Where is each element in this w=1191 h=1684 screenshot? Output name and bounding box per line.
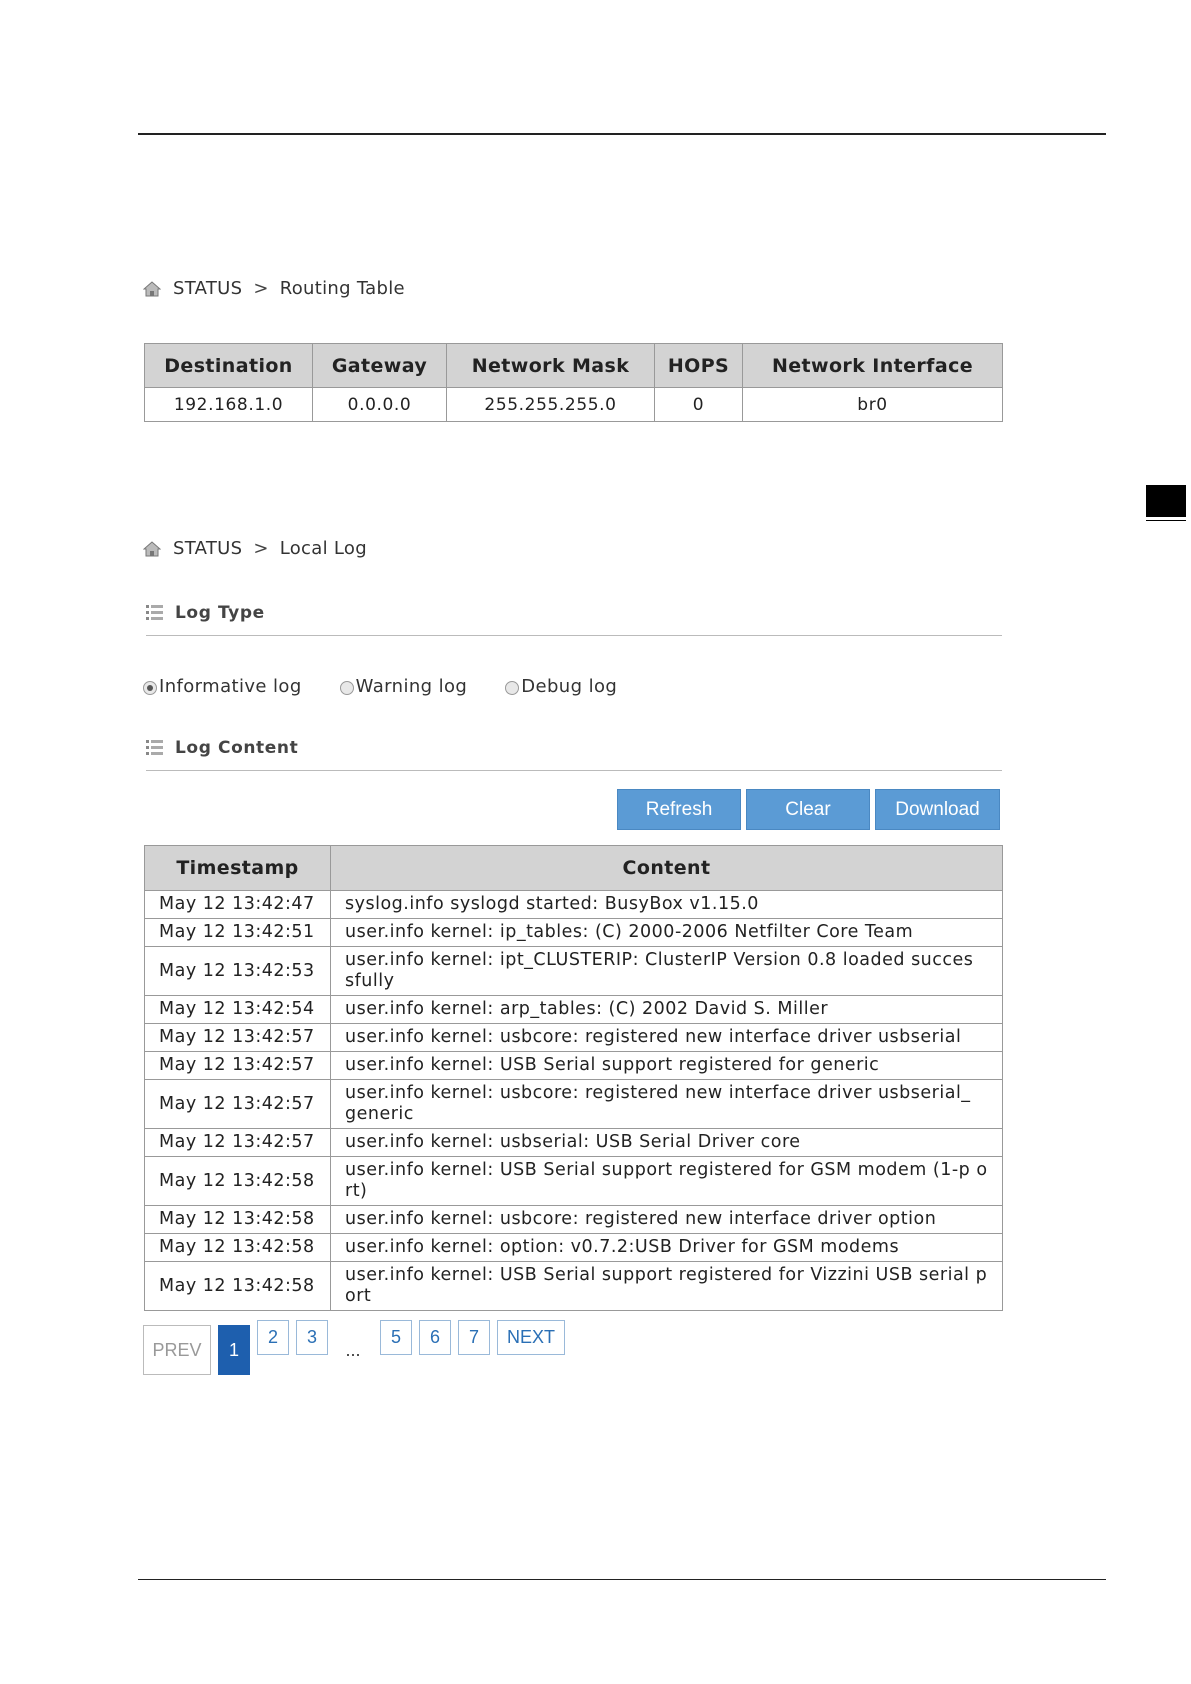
download-button[interactable]: Download xyxy=(875,789,1000,830)
cell-content: user.info kernel: USB Serial support reg… xyxy=(330,1156,1003,1206)
cell-content: user.info kernel: option: v0.7.2:USB Dri… xyxy=(330,1233,1003,1262)
breadcrumb-root[interactable]: STATUS xyxy=(173,278,242,299)
clear-button[interactable]: Clear xyxy=(746,789,870,830)
table-row: May 12 13:42:53 user.info kernel: ipt_CLU… xyxy=(144,946,1003,996)
log-table: Timestamp Content May 12 13:42:47 syslog.… xyxy=(144,845,1003,1311)
breadcrumb-local-log: STATUS > Local Log xyxy=(143,538,367,559)
cell-content: user.info kernel: USB Serial support reg… xyxy=(330,1051,1003,1080)
cell-content: user.info kernel: usbcore: registered ne… xyxy=(330,1205,1003,1234)
cell-content: user.info kernel: ip_tables: (C) 2000-20… xyxy=(330,918,1003,947)
cell-timestamp: May 12 13:42:57 xyxy=(144,1051,331,1080)
cell-content: user.info kernel: arp_tables: (C) 2002 D… xyxy=(330,995,1003,1024)
cell-content: user.info kernel: usbserial: USB Serial … xyxy=(330,1128,1003,1157)
cell-timestamp: May 12 13:42:58 xyxy=(144,1156,331,1206)
table-row: May 12 13:42:58 user.info kernel: usbcore… xyxy=(144,1205,1003,1234)
routing-table: Destination Gateway Network Mask HOPS Ne… xyxy=(144,343,1003,422)
cell-content: user.info kernel: usbcore: registered ne… xyxy=(330,1023,1003,1052)
cell-content: user.info kernel: USB Serial support reg… xyxy=(330,1261,1003,1311)
radio-label: Warning log xyxy=(355,676,468,697)
table-row: May 12 13:42:57 user.info kernel: USB Ser… xyxy=(144,1051,1003,1080)
chapter-tab-marker xyxy=(1146,485,1186,517)
table-row: May 12 13:42:51 user.info kernel: ip_tabl… xyxy=(144,918,1003,947)
log-table-header: Timestamp Content xyxy=(144,845,1003,891)
radio-button[interactable] xyxy=(339,680,354,695)
page-button[interactable]: 7 xyxy=(458,1320,490,1355)
radio-label: Debug log xyxy=(521,676,618,697)
cell-timestamp: May 12 13:42:58 xyxy=(144,1261,331,1311)
cell-timestamp: May 12 13:42:57 xyxy=(144,1128,331,1157)
prev-page-button[interactable]: PREV xyxy=(143,1325,211,1375)
cell-network-mask: 255.255.255.0 xyxy=(446,387,655,422)
next-page-button[interactable]: NEXT xyxy=(497,1320,565,1355)
cell-network-interface: br0 xyxy=(742,387,1003,422)
cell-timestamp: May 12 13:42:51 xyxy=(144,918,331,947)
list-icon xyxy=(146,740,163,755)
log-type-radio-group: Informative log Warning log Debug log xyxy=(143,676,655,697)
cell-timestamp: May 12 13:42:57 xyxy=(144,1023,331,1052)
column-header-content: Content xyxy=(330,845,1003,891)
page-header-rule xyxy=(138,133,1106,135)
log-type-title: Log Type xyxy=(175,603,265,623)
column-header-network-mask: Network Mask xyxy=(446,343,655,388)
cell-timestamp: May 12 13:42:58 xyxy=(144,1205,331,1234)
breadcrumb-root[interactable]: STATUS xyxy=(173,538,242,559)
log-content-title: Log Content xyxy=(175,738,299,758)
page-button[interactable]: 3 xyxy=(296,1320,328,1355)
table-row: May 12 13:42:47 syslog.info syslogd start… xyxy=(144,890,1003,919)
cell-gateway: 0.0.0.0 xyxy=(312,387,447,422)
cell-destination: 192.168.1.0 xyxy=(144,387,313,422)
radio-debug-log[interactable]: Debug log xyxy=(505,676,617,697)
page-button[interactable]: 2 xyxy=(257,1320,289,1355)
cell-content: user.info kernel: ipt_CLUSTERIP: Cluster… xyxy=(330,946,1003,996)
home-icon[interactable] xyxy=(143,280,161,297)
column-header-hops: HOPS xyxy=(654,343,743,388)
column-header-network-interface: Network Interface xyxy=(742,343,1003,388)
refresh-button[interactable]: Refresh xyxy=(617,789,741,830)
column-header-gateway: Gateway xyxy=(312,343,447,388)
table-row: 192.168.1.0 0.0.0.0 255.255.255.0 0 br0 xyxy=(144,387,1003,422)
cell-content: user.info kernel: usbcore: registered ne… xyxy=(330,1079,1003,1129)
cell-timestamp: May 12 13:42:47 xyxy=(144,890,331,919)
table-row: May 12 13:42:54 user.info kernel: arp_tab… xyxy=(144,995,1003,1024)
page-button[interactable]: 5 xyxy=(380,1320,412,1355)
breadcrumb-separator: > xyxy=(253,538,269,559)
table-row: May 12 13:42:58 user.info kernel: USB Ser… xyxy=(144,1261,1003,1311)
breadcrumb-current: Local Log xyxy=(279,538,367,559)
cell-content: syslog.info syslogd started: BusyBox v1.… xyxy=(330,890,1003,919)
cell-timestamp: May 12 13:42:58 xyxy=(144,1233,331,1262)
breadcrumb-current: Routing Table xyxy=(279,278,405,299)
page-footer-rule xyxy=(138,1579,1106,1580)
radio-button-checked[interactable] xyxy=(143,680,157,695)
page-button-current[interactable]: 1 xyxy=(218,1325,250,1375)
breadcrumb-routing: STATUS > Routing Table xyxy=(143,278,405,299)
log-table-body: May 12 13:42:47 syslog.info syslogd start… xyxy=(144,890,1003,1311)
breadcrumb-separator: > xyxy=(253,278,269,299)
radio-warning-log[interactable]: Warning log xyxy=(339,676,468,697)
radio-button[interactable] xyxy=(505,680,520,695)
radio-informative-log[interactable]: Informative log xyxy=(143,676,302,697)
chapter-tab-underline xyxy=(1146,520,1186,521)
table-row: May 12 13:42:57 user.info kernel: usbcore… xyxy=(144,1023,1003,1052)
column-header-timestamp: Timestamp xyxy=(144,845,331,891)
column-header-destination: Destination xyxy=(144,343,313,388)
list-icon xyxy=(146,605,163,620)
log-content-heading: Log Content xyxy=(146,738,1002,771)
home-icon[interactable] xyxy=(143,540,161,557)
cell-timestamp: May 12 13:42:57 xyxy=(144,1079,331,1129)
pagination-ellipsis: ... xyxy=(345,1339,361,1360)
log-type-heading: Log Type xyxy=(146,603,1002,636)
table-row: May 12 13:42:58 user.info kernel: USB Ser… xyxy=(144,1156,1003,1206)
table-row: May 12 13:42:57 user.info kernel: usbcore… xyxy=(144,1079,1003,1129)
cell-timestamp: May 12 13:42:54 xyxy=(144,995,331,1024)
cell-timestamp: May 12 13:42:53 xyxy=(144,946,331,996)
table-row: May 12 13:42:58 user.info kernel: option:… xyxy=(144,1233,1003,1262)
cell-hops: 0 xyxy=(654,387,743,422)
routing-table-header: Destination Gateway Network Mask HOPS Ne… xyxy=(144,343,1003,388)
page-button[interactable]: 6 xyxy=(419,1320,451,1355)
radio-label: Informative log xyxy=(159,676,302,697)
table-row: May 12 13:42:57 user.info kernel: usbseri… xyxy=(144,1128,1003,1157)
